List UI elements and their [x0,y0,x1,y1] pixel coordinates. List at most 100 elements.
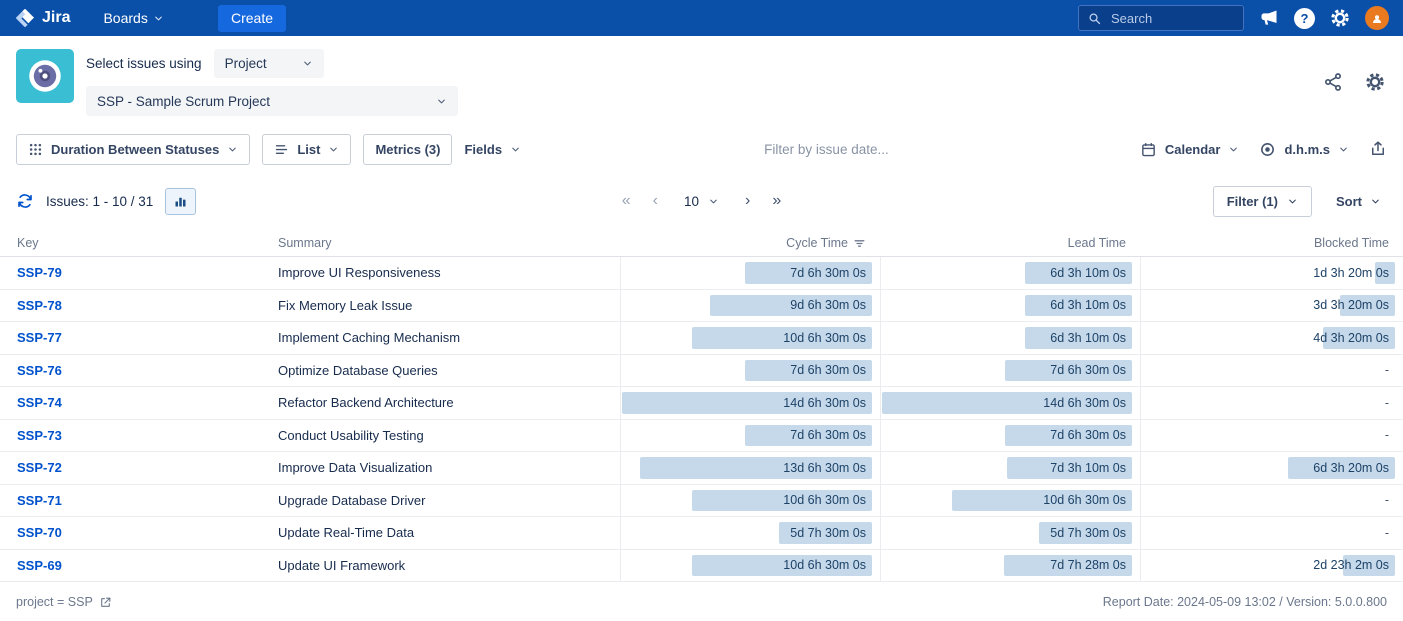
refresh-button[interactable] [16,192,34,210]
megaphone-icon [1259,8,1279,28]
issue-summary: Upgrade Database Driver [278,485,620,517]
issue-key-link[interactable]: SSP-73 [17,428,62,443]
blocked-time-cell: - [1140,517,1403,549]
bar-chart-icon [173,194,188,209]
app-logo [16,49,74,103]
issue-summary: Optimize Database Queries [278,355,620,387]
cycle-time-cell: 7d 6h 30m 0s [620,420,880,452]
issue-date-filter-input[interactable] [533,141,1120,158]
help-icon: ? [1294,8,1315,29]
lead-time-header-label: Lead Time [1068,236,1126,250]
page-size-value: 10 [684,194,699,209]
lead-time-cell: 6d 3h 10m 0s [880,322,1140,354]
export-icon [1369,140,1387,158]
prev-page-button[interactable]: ‹ [651,192,660,210]
blocked-time-cell: 4d 3h 20m 0s [1140,322,1403,354]
jira-logo-text: Jira [42,9,70,27]
issue-summary: Fix Memory Leak Issue [278,290,620,322]
jira-logo[interactable]: Jira [14,7,70,29]
issue-source-value: Project [225,56,267,71]
duration-value: 10d 6h 30m 0s [783,493,866,507]
duration-value: 6d 3h 10m 0s [1050,266,1126,280]
issue-key-link[interactable]: SSP-76 [17,363,62,378]
list-icon [274,142,289,157]
issue-key-link[interactable]: SSP-77 [17,330,62,345]
refresh-icon [16,192,34,210]
report-footer: project = SSP Report Date: 2024-05-09 13… [0,582,1403,609]
last-page-button[interactable]: » [770,192,783,210]
blocked-time-cell: - [1140,485,1403,517]
table-row: SSP-78 Fix Memory Leak Issue 9d 6h 30m 0… [0,290,1403,323]
issue-key-link[interactable]: SSP-71 [17,493,62,508]
admin-settings-button[interactable] [1330,8,1350,28]
report-settings-button[interactable] [1365,72,1385,92]
view-mode-dropdown[interactable]: List [262,134,351,165]
issues-count: Issues: 1 - 10 / 31 [46,194,153,209]
feedback-button[interactable] [1259,8,1279,28]
view-mode-label: List [297,142,320,157]
issue-key-link[interactable]: SSP-72 [17,460,62,475]
project-dropdown[interactable]: SSP - Sample Scrum Project [86,86,458,116]
cycle-time-cell: 7d 6h 30m 0s [620,355,880,387]
column-filter-icon[interactable] [853,237,866,250]
calendar-dropdown[interactable]: Calendar [1140,141,1240,158]
time-format-label: d.h.m.s [1284,142,1330,157]
chevron-down-icon [153,13,164,24]
search-input[interactable] [1109,10,1235,27]
duration-value: 10d 6h 30m 0s [783,331,866,345]
issue-key-link[interactable]: SSP-79 [17,265,62,280]
lead-time-cell: 5d 7h 30m 0s [880,517,1140,549]
lead-time-cell: 7d 3h 10m 0s [880,452,1140,484]
nav-menu-item[interactable]: Boards [92,0,174,36]
issue-key-link[interactable]: SSP-74 [17,395,62,410]
time-format-dropdown[interactable]: d.h.m.s [1259,141,1349,158]
table-body: SSP-79 Improve UI Responsiveness 7d 6h 3… [0,257,1403,582]
chart-view-toggle[interactable] [165,188,196,215]
cycle-time-cell: 13d 6h 30m 0s [620,452,880,484]
lead-time-cell: 14d 6h 30m 0s [880,387,1140,419]
table-row: SSP-77 Implement Caching Mechanism 10d 6… [0,322,1403,355]
report-type-dropdown[interactable]: Duration Between Statuses [16,134,250,165]
metrics-button[interactable]: Metrics (3) [363,134,452,165]
sort-dropdown[interactable]: Sort [1330,193,1387,210]
duration-value: 7d 6h 30m 0s [1050,428,1126,442]
blocked-time-cell: - [1140,387,1403,419]
open-query-button[interactable] [99,596,112,609]
duration-value: - [1385,526,1389,540]
duration-value: 13d 6h 30m 0s [783,461,866,475]
duration-value: 7d 3h 10m 0s [1050,461,1126,475]
issues-table: Key Summary Cycle Time Lead Time Blocked… [0,230,1403,582]
first-page-button[interactable]: « [620,192,633,210]
create-button[interactable]: Create [218,5,286,32]
issue-summary: Conduct Usability Testing [278,420,620,452]
filter-dropdown[interactable]: Filter (1) [1213,186,1312,217]
page-size-dropdown[interactable]: 10 [678,193,725,210]
lead-time-cell: 7d 6h 30m 0s [880,355,1140,387]
cycle-time-cell: 10d 6h 30m 0s [620,550,880,582]
issue-key-link[interactable]: SSP-69 [17,558,62,573]
report-header: Select issues using Project SSP - Sample… [0,36,1403,126]
share-button[interactable] [1323,72,1343,92]
nav-menu-item-label: Boards [103,10,147,26]
duration-value: - [1385,396,1389,410]
column-header-cycle-time: Cycle Time [620,236,880,250]
help-button[interactable]: ? [1294,8,1315,29]
fields-dropdown[interactable]: Fields [464,142,521,157]
blocked-time-cell: - [1140,355,1403,387]
navbar-search[interactable] [1078,5,1244,31]
export-button[interactable] [1369,140,1387,158]
issue-key-link[interactable]: SSP-70 [17,525,62,540]
issue-key-link[interactable]: SSP-78 [17,298,62,313]
duration-value: 10d 6h 30m 0s [783,558,866,572]
table-row: SSP-76 Optimize Database Queries 7d 6h 3… [0,355,1403,388]
duration-value: 14d 6h 30m 0s [783,396,866,410]
duration-value: 7d 6h 30m 0s [790,428,866,442]
table-row: SSP-70 Update Real-Time Data 5d 7h 30m 0… [0,517,1403,550]
issue-summary: Improve Data Visualization [278,452,620,484]
user-avatar[interactable] [1365,6,1389,30]
next-page-button[interactable]: › [743,192,752,210]
issue-summary: Update Real-Time Data [278,517,620,549]
chevron-down-icon [1287,196,1298,207]
issue-source-dropdown[interactable]: Project [214,49,324,78]
duration-value: 7d 6h 30m 0s [1050,363,1126,377]
